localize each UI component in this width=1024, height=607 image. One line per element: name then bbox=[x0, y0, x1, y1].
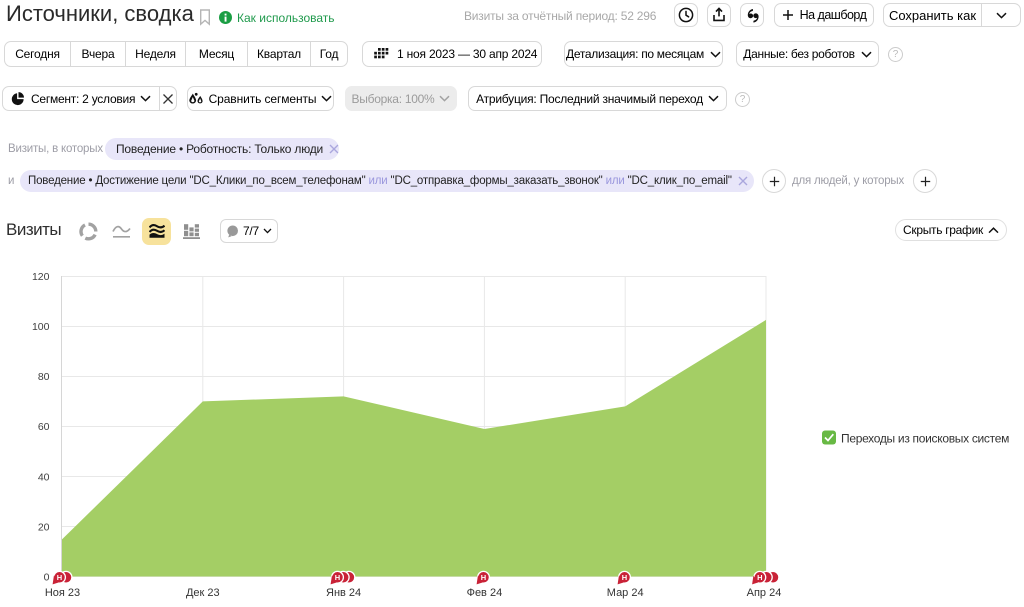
svg-text:Дек 23: Дек 23 bbox=[186, 587, 220, 599]
svg-text:Н: Н bbox=[57, 573, 62, 582]
svg-text:Янв 24: Янв 24 bbox=[326, 587, 361, 599]
svg-text:Фев 24: Фев 24 bbox=[467, 587, 503, 599]
svg-text:Ноя 23: Ноя 23 bbox=[45, 587, 80, 599]
svg-text:80: 80 bbox=[38, 371, 50, 383]
svg-text:Н: Н bbox=[335, 573, 340, 582]
svg-text:Н: Н bbox=[622, 573, 627, 582]
svg-text:Апр 24: Апр 24 bbox=[747, 587, 782, 599]
svg-text:0: 0 bbox=[44, 572, 50, 584]
svg-text:Мар 24: Мар 24 bbox=[607, 587, 644, 599]
svg-text:Н: Н bbox=[757, 573, 762, 582]
svg-text:Переходы из поисковых систем: Переходы из поисковых систем bbox=[841, 431, 1009, 445]
svg-text:Н: Н bbox=[481, 573, 486, 582]
svg-text:40: 40 bbox=[38, 471, 50, 483]
svg-text:60: 60 bbox=[38, 421, 50, 433]
svg-text:120: 120 bbox=[32, 271, 50, 283]
svg-text:100: 100 bbox=[32, 321, 50, 333]
svg-text:20: 20 bbox=[38, 521, 50, 533]
